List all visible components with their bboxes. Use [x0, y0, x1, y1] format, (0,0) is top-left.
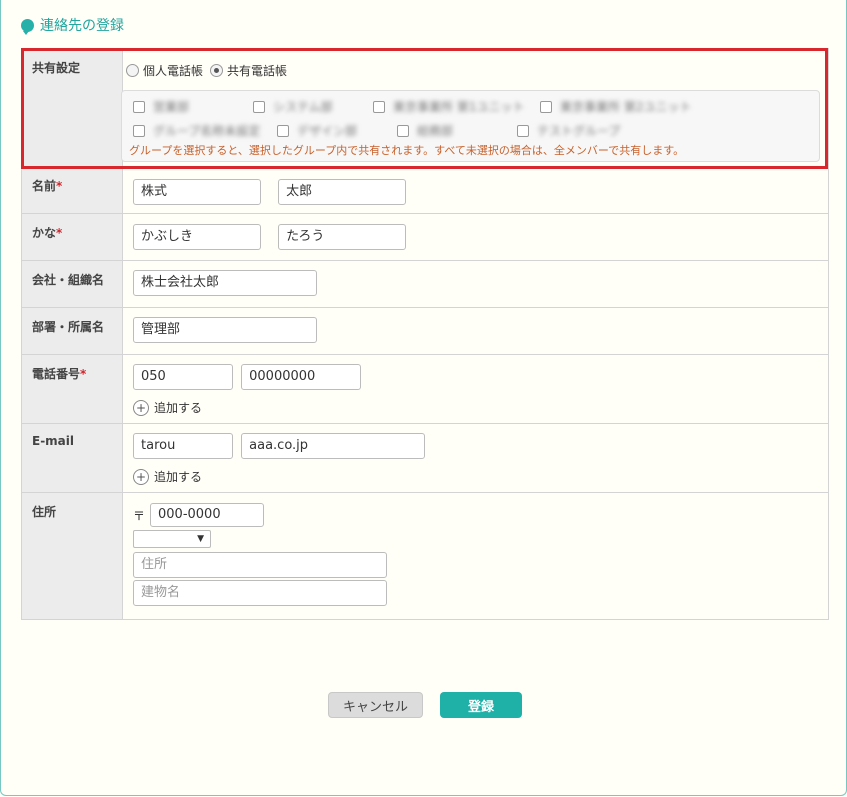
postal-mark: 〒	[133, 508, 146, 523]
phone-label: 電話番号*	[21, 354, 123, 424]
add-phone-button[interactable]: + 追加する	[133, 399, 828, 416]
register-button[interactable]: 登録	[440, 692, 522, 718]
add-email-button[interactable]: + 追加する	[133, 468, 828, 485]
row-name: 名前* 株式 太郎	[21, 166, 829, 214]
plus-circle-icon: +	[133, 468, 149, 485]
speech-bubble-icon	[21, 18, 34, 35]
last-name-input[interactable]: 株式	[133, 179, 261, 205]
first-name-kana-input[interactable]: たろう	[278, 224, 407, 250]
group-checkbox[interactable]: テストグループ	[517, 122, 620, 139]
share-help-note: グループを選択すると、選択したグループ内で共有されます。すべて未選択の場合は、全…	[129, 144, 685, 157]
address-label: 住所	[21, 492, 123, 620]
prefecture-select[interactable]: ▼	[133, 530, 211, 548]
group-checkbox[interactable]: デザイン部	[277, 122, 357, 139]
building-input[interactable]: 建物名	[133, 580, 387, 606]
kana-label: かな*	[21, 213, 123, 261]
dropdown-arrow-icon: ▼	[197, 534, 204, 544]
required-mark: *	[80, 367, 87, 381]
group-checkbox[interactable]: システム部	[253, 98, 333, 115]
first-name-input[interactable]: 太郎	[278, 179, 407, 205]
radio-personal-phonebook[interactable]	[126, 64, 139, 77]
group-checkbox[interactable]: 東京事業所 第1ユニット	[373, 98, 524, 115]
checkbox[interactable]	[253, 100, 265, 113]
radio-shared-phonebook[interactable]	[210, 64, 224, 77]
email-domain-input[interactable]: aaa.co.jp	[241, 433, 426, 459]
row-address: 住所 〒 000-0000 ▼ 住所 建物名	[21, 492, 829, 620]
plus-circle-icon: +	[133, 399, 149, 416]
checkbox[interactable]	[517, 124, 529, 137]
last-name-kana-input[interactable]: かぶしき	[133, 224, 261, 250]
group-checkbox[interactable]: グループ名称未設定	[133, 122, 260, 139]
group-checkbox[interactable]: 総務部	[397, 122, 453, 139]
postal-code-input[interactable]: 000-0000	[150, 503, 265, 527]
required-mark: *	[56, 226, 63, 240]
checkbox[interactable]	[373, 100, 385, 113]
checkbox[interactable]	[540, 100, 552, 113]
row-department: 部署・所属名 管理部	[21, 307, 829, 355]
contact-form-panel: 連絡先の登録 共有設定 名前* 株式 太郎 かな* かぶしき たろう 会社・組織…	[0, 0, 847, 796]
row-kana: かな* かぶしき たろう	[21, 213, 829, 261]
group-checkbox[interactable]: 営業部	[133, 98, 189, 115]
cancel-button[interactable]: キャンセル	[328, 692, 423, 718]
phone-part2-input[interactable]: 00000000	[241, 364, 362, 390]
group-checkbox[interactable]: 東京事業所 第2ユニット	[540, 98, 691, 115]
address-input[interactable]: 住所	[133, 552, 387, 578]
department-input[interactable]: 管理部	[133, 317, 317, 343]
checkbox[interactable]	[133, 124, 145, 137]
share-settings-label: 共有設定	[21, 48, 123, 167]
company-input[interactable]: 株士会社太郎	[133, 270, 317, 296]
row-company: 会社・組織名 株士会社太郎	[21, 260, 829, 308]
department-label: 部署・所属名	[21, 307, 123, 355]
row-phone: 電話番号* 050 00000000 + 追加する	[21, 354, 829, 424]
share-groups-box: 営業部 システム部 東京事業所 第1ユニット 東京事業所 第2ユニット グループ…	[121, 90, 820, 162]
phonebook-type-radios: 個人電話帳 共有電話帳	[126, 62, 287, 79]
page-title-text: 連絡先の登録	[40, 18, 124, 34]
email-label: E-mail	[21, 423, 123, 493]
name-label: 名前*	[21, 166, 123, 214]
checkbox[interactable]	[397, 124, 409, 137]
checkbox[interactable]	[133, 100, 145, 113]
checkbox[interactable]	[277, 124, 289, 137]
row-email: E-mail tarou aaa.co.jp + 追加する	[21, 423, 829, 493]
email-local-input[interactable]: tarou	[133, 433, 233, 459]
phone-part1-input[interactable]: 050	[133, 364, 233, 390]
required-mark: *	[56, 179, 63, 193]
page-title: 連絡先の登録	[21, 14, 124, 36]
company-label: 会社・組織名	[21, 260, 123, 308]
